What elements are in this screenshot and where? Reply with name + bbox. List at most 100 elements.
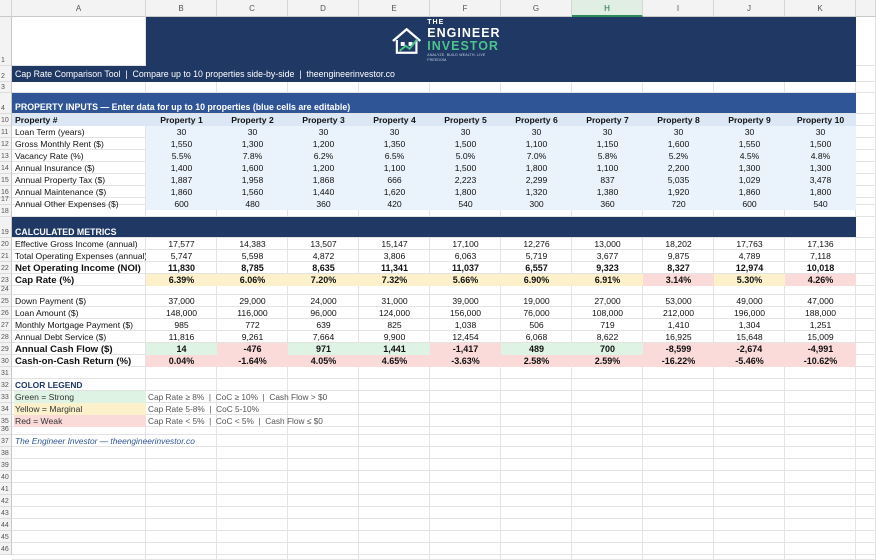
- cell[interactable]: [359, 531, 430, 543]
- cell[interactable]: [785, 459, 856, 471]
- input-cell[interactable]: 1,560: [217, 186, 288, 198]
- input-cell[interactable]: 1,600: [217, 162, 288, 174]
- input-cell[interactable]: 1,029: [714, 174, 785, 186]
- cell[interactable]: [856, 174, 876, 186]
- cell[interactable]: [288, 471, 359, 483]
- cell[interactable]: [856, 543, 876, 555]
- input-cell[interactable]: 5.8%: [572, 150, 643, 162]
- cell[interactable]: [856, 262, 876, 274]
- row-header[interactable]: 46: [0, 543, 12, 555]
- cell[interactable]: [288, 82, 359, 93]
- row-header[interactable]: 38: [0, 447, 12, 459]
- cell[interactable]: [217, 483, 288, 495]
- cell[interactable]: [714, 435, 785, 447]
- input-cell[interactable]: 1,800: [785, 186, 856, 198]
- input-cell[interactable]: 30: [146, 126, 217, 138]
- row-header[interactable]: 18: [0, 205, 12, 217]
- cell[interactable]: [217, 427, 288, 435]
- cell[interactable]: [288, 519, 359, 531]
- cell[interactable]: [714, 507, 785, 519]
- input-cell[interactable]: 360: [572, 198, 643, 210]
- cell[interactable]: [288, 483, 359, 495]
- cell[interactable]: [501, 459, 572, 471]
- cell[interactable]: [856, 82, 876, 93]
- cell[interactable]: [217, 543, 288, 555]
- row-header[interactable]: 30: [0, 355, 12, 367]
- cell[interactable]: [643, 435, 714, 447]
- input-cell[interactable]: 1,300: [217, 138, 288, 150]
- input-cell[interactable]: 30: [572, 126, 643, 138]
- cell[interactable]: [572, 459, 643, 471]
- input-cell[interactable]: 2,200: [643, 162, 714, 174]
- column-header-j[interactable]: J: [714, 0, 785, 17]
- cell[interactable]: [501, 495, 572, 507]
- cell[interactable]: [714, 427, 785, 435]
- row-header[interactable]: 20: [0, 238, 12, 250]
- cell[interactable]: [430, 471, 501, 483]
- cell[interactable]: [856, 435, 876, 447]
- cell[interactable]: [12, 507, 146, 519]
- cell[interactable]: [785, 427, 856, 435]
- cell[interactable]: [643, 286, 714, 295]
- cell[interactable]: [430, 435, 501, 447]
- cell[interactable]: [217, 447, 288, 459]
- cell[interactable]: [430, 531, 501, 543]
- column-header-d[interactable]: D: [288, 0, 359, 17]
- cell[interactable]: [359, 435, 430, 447]
- cell[interactable]: [146, 459, 217, 471]
- cell[interactable]: [430, 519, 501, 531]
- input-cell[interactable]: 540: [430, 198, 501, 210]
- cell[interactable]: [714, 531, 785, 543]
- cell[interactable]: [12, 483, 146, 495]
- cell[interactable]: [12, 82, 146, 93]
- row-header[interactable]: 37: [0, 435, 12, 447]
- column-header-a[interactable]: A: [12, 0, 146, 17]
- cell[interactable]: [643, 367, 714, 379]
- cell[interactable]: [501, 427, 572, 435]
- cell[interactable]: [501, 555, 572, 560]
- cell[interactable]: [146, 447, 217, 459]
- cell[interactable]: [572, 403, 643, 415]
- cell[interactable]: [288, 427, 359, 435]
- cell[interactable]: [288, 367, 359, 379]
- cell[interactable]: [714, 391, 785, 403]
- input-cell[interactable]: 30: [359, 126, 430, 138]
- cell[interactable]: [643, 459, 714, 471]
- cell[interactable]: [501, 82, 572, 93]
- cell[interactable]: [217, 531, 288, 543]
- cell[interactable]: [572, 507, 643, 519]
- column-header-i[interactable]: I: [643, 0, 714, 17]
- cell[interactable]: [714, 543, 785, 555]
- row-header[interactable]: 27: [0, 319, 12, 331]
- row-header[interactable]: 3: [0, 82, 12, 93]
- column-header-e[interactable]: E: [359, 0, 430, 17]
- row-header[interactable]: 4: [0, 93, 12, 114]
- input-cell[interactable]: 1,150: [572, 138, 643, 150]
- cell[interactable]: [359, 391, 430, 403]
- cell[interactable]: [146, 286, 217, 295]
- row-header[interactable]: 36: [0, 426, 12, 435]
- cell[interactable]: [714, 286, 785, 295]
- column-header-f[interactable]: F: [430, 0, 501, 17]
- input-cell[interactable]: 1,620: [359, 186, 430, 198]
- cell[interactable]: [430, 543, 501, 555]
- cell[interactable]: [430, 459, 501, 471]
- cell[interactable]: [217, 286, 288, 295]
- cell[interactable]: [217, 367, 288, 379]
- input-cell[interactable]: 1,300: [714, 162, 785, 174]
- cell[interactable]: [643, 403, 714, 415]
- input-cell[interactable]: 1,440: [288, 186, 359, 198]
- row-header[interactable]: 39: [0, 459, 12, 471]
- cell[interactable]: [12, 459, 146, 471]
- cell[interactable]: [856, 391, 876, 403]
- cell[interactable]: [288, 403, 359, 415]
- cell[interactable]: [643, 495, 714, 507]
- input-cell[interactable]: 1,887: [146, 174, 217, 186]
- cell[interactable]: [856, 150, 876, 162]
- cell[interactable]: [430, 427, 501, 435]
- input-cell[interactable]: 6.2%: [288, 150, 359, 162]
- cell[interactable]: [643, 427, 714, 435]
- row-header[interactable]: 32: [0, 379, 12, 391]
- input-cell[interactable]: 300: [501, 198, 572, 210]
- cell[interactable]: [430, 403, 501, 415]
